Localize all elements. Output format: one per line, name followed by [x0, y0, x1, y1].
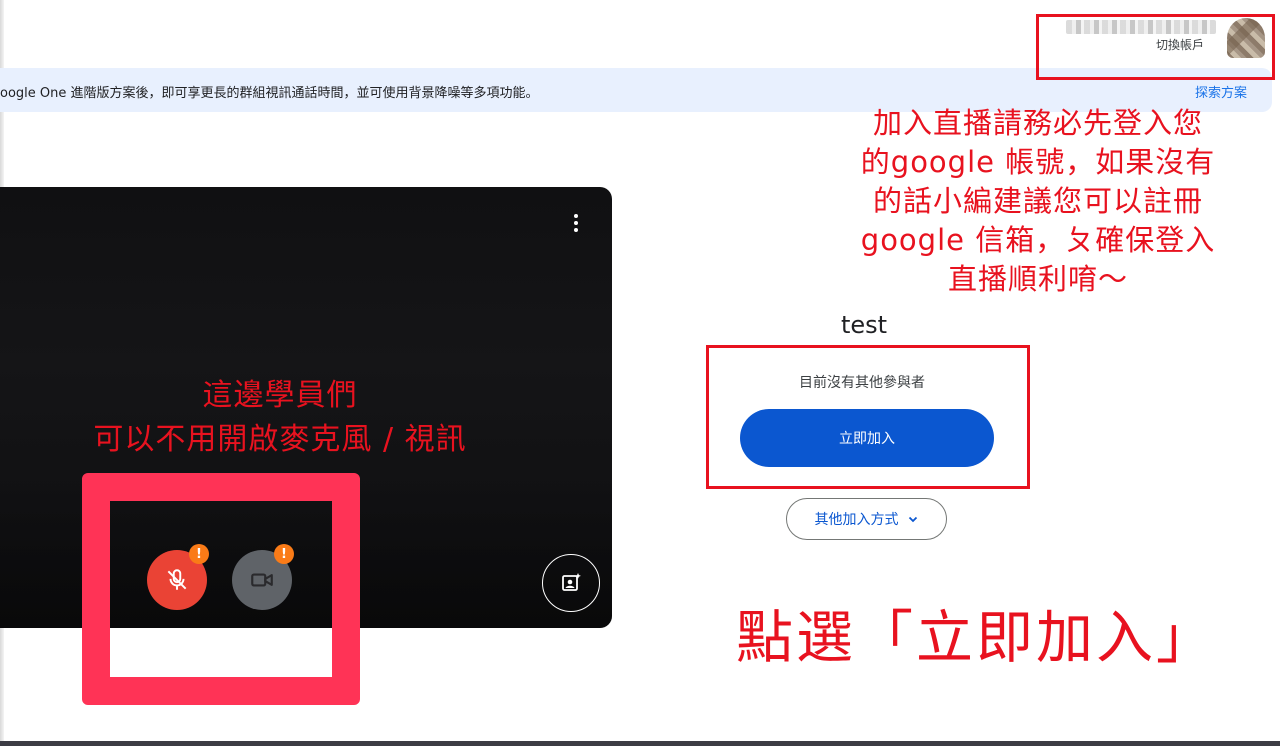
controls-highlight-frame	[82, 473, 360, 705]
students-annotation-line: 這邊學員們	[202, 378, 358, 413]
students-annotation: 這邊學員們 可以不用開啟麥克風 / 視訊	[0, 374, 560, 462]
more-vert-icon-dot	[574, 221, 578, 225]
login-annotation-line: 的話小編建議您可以註冊	[872, 184, 1203, 218]
more-vert-icon	[574, 214, 578, 218]
visual-effects-icon	[562, 573, 581, 591]
more-options-button[interactable]	[560, 207, 592, 239]
chevron-down-icon	[908, 516, 917, 523]
login-annotation-line: google 信箱，ㄆ確保登入	[860, 223, 1216, 257]
visual-effects-button[interactable]	[542, 554, 600, 612]
login-annotation-line: 直播順利唷～	[947, 262, 1128, 296]
promo-banner-text: oogle One 進階版方案後，即可享更長的群組視訊通話時間，並可使用背景降噪…	[0, 86, 539, 101]
more-vert-icon-dot	[574, 228, 578, 232]
login-annotation-line: 的google 帳號，如果沒有	[860, 145, 1216, 179]
login-annotation-line: 加入直播請務必先登入您	[872, 106, 1203, 140]
meeting-title: test	[841, 311, 888, 339]
other-ways-to-join-button[interactable]: 其他加入方式	[786, 498, 947, 540]
join-highlight-frame	[706, 345, 1030, 489]
account-highlight-frame	[1036, 14, 1275, 80]
other-ways-label: 其他加入方式	[814, 512, 899, 528]
explore-plans-link[interactable]: 探索方案	[1195, 82, 1247, 101]
click-join-annotation: 點選「立即加入」	[736, 605, 1216, 671]
window-bottom-edge	[0, 741, 1280, 746]
login-annotation: 加入直播請務必先登入您 的google 帳號，如果沒有 的話小編建議您可以註冊 …	[848, 104, 1228, 299]
students-annotation-line: 可以不用開啟麥克風 / 視訊	[93, 422, 467, 457]
